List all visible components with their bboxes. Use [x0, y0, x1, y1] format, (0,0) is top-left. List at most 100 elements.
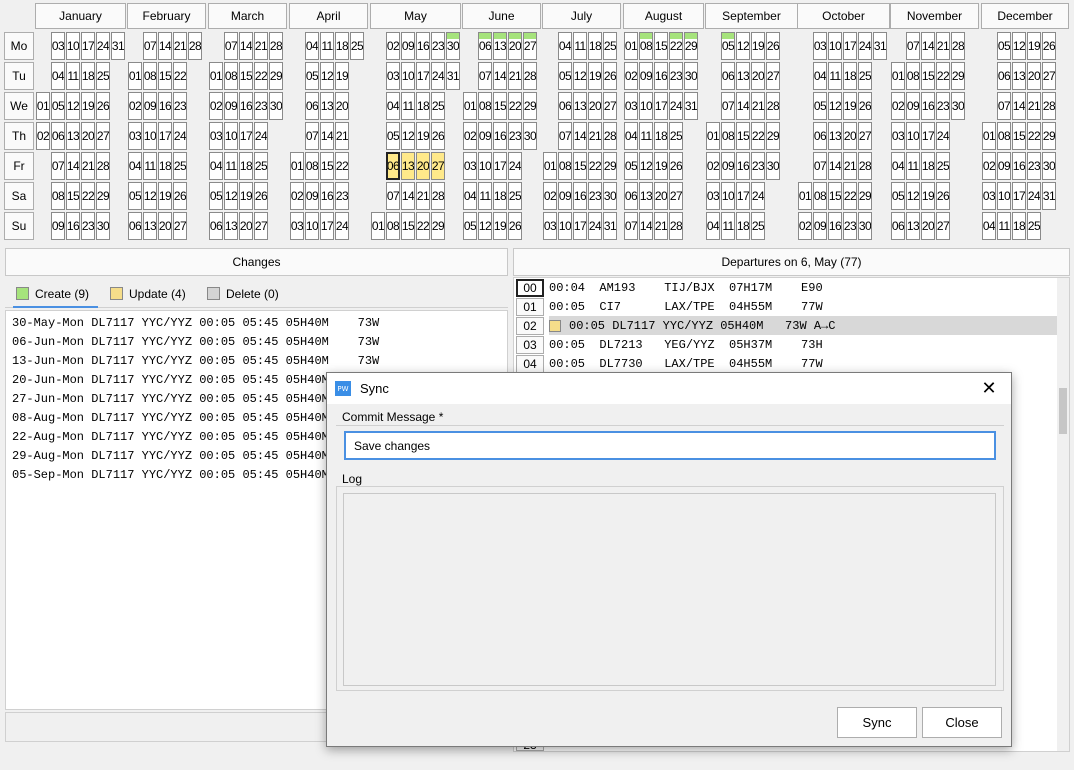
calendar-day[interactable]: 22: [81, 182, 95, 210]
month-header[interactable]: May: [370, 3, 461, 29]
calendar-day[interactable]: 14: [1012, 92, 1026, 120]
calendar-day[interactable]: 31: [111, 32, 125, 60]
calendar-day[interactable]: 28: [188, 32, 202, 60]
calendar-day[interactable]: 07: [143, 32, 157, 60]
calendar-day[interactable]: 23: [431, 32, 445, 60]
calendar-day[interactable]: 07: [997, 92, 1011, 120]
calendar-day[interactable]: 23: [588, 182, 602, 210]
calendar-day[interactable]: 01: [371, 212, 385, 240]
calendar-day[interactable]: 21: [588, 122, 602, 150]
calendar-day[interactable]: 16: [828, 212, 842, 240]
month-header[interactable]: June: [462, 3, 541, 29]
calendar-day[interactable]: 05: [305, 62, 319, 90]
calendar-day[interactable]: 18: [81, 62, 95, 90]
calendar-day[interactable]: 27: [254, 212, 268, 240]
calendar-day[interactable]: 04: [813, 62, 827, 90]
calendar-day[interactable]: 03: [891, 122, 905, 150]
calendar-day[interactable]: 05: [386, 122, 400, 150]
calendar-day[interactable]: 11: [721, 212, 735, 240]
calendar-day[interactable]: 17: [921, 122, 935, 150]
calendar-day[interactable]: 26: [669, 152, 683, 180]
calendar-day[interactable]: 06: [997, 62, 1011, 90]
calendar-day[interactable]: 19: [588, 62, 602, 90]
calendar-day[interactable]: 17: [158, 122, 172, 150]
calendar-day[interactable]: 05: [624, 152, 638, 180]
calendar-day[interactable]: 03: [463, 152, 477, 180]
calendar-day[interactable]: 28: [858, 152, 872, 180]
calendar-day[interactable]: 03: [543, 212, 557, 240]
calendar-day[interactable]: 06: [624, 182, 638, 210]
calendar-day[interactable]: 07: [558, 122, 572, 150]
calendar-day[interactable]: 06: [51, 122, 65, 150]
calendar-day[interactable]: 19: [239, 182, 253, 210]
calendar-day[interactable]: 22: [416, 212, 430, 240]
calendar-day[interactable]: 14: [493, 62, 507, 90]
calendar-day[interactable]: 01: [36, 92, 50, 120]
calendar-day[interactable]: 05: [51, 92, 65, 120]
calendar-day[interactable]: 02: [798, 212, 812, 240]
calendar-day[interactable]: 02: [290, 182, 304, 210]
calendar-day[interactable]: 17: [320, 212, 334, 240]
calendar-day[interactable]: 09: [401, 32, 415, 60]
calendar-day[interactable]: 25: [254, 152, 268, 180]
calendar-day[interactable]: 17: [736, 182, 750, 210]
calendar-day[interactable]: 27: [858, 122, 872, 150]
change-row[interactable]: 06-Jun-Mon DL7117 YYC/YYZ 00:05 05:45 05…: [12, 332, 379, 351]
calendar-day[interactable]: 27: [603, 92, 617, 120]
calendar-day[interactable]: 15: [573, 152, 587, 180]
calendar-day[interactable]: 08: [478, 92, 492, 120]
calendar-day[interactable]: 28: [1042, 92, 1056, 120]
calendar-day[interactable]: 28: [603, 122, 617, 150]
calendar-day[interactable]: 15: [1012, 122, 1026, 150]
calendar-day[interactable]: 28: [96, 152, 110, 180]
calendar-day[interactable]: 08: [224, 62, 238, 90]
calendar-day[interactable]: 08: [386, 212, 400, 240]
calendar-day[interactable]: 13: [1012, 62, 1026, 90]
calendar-day[interactable]: 24: [173, 122, 187, 150]
calendar-day[interactable]: 10: [305, 212, 319, 240]
calendar-day[interactable]: 27: [1042, 62, 1056, 90]
calendar-day[interactable]: 03: [813, 32, 827, 60]
calendar-day[interactable]: 21: [335, 122, 349, 150]
calendar-day[interactable]: 30: [1042, 152, 1056, 180]
calendar-day[interactable]: 29: [603, 152, 617, 180]
calendar-day[interactable]: 18: [1012, 212, 1026, 240]
calendar-day[interactable]: 16: [416, 32, 430, 60]
calendar-day[interactable]: 26: [431, 122, 445, 150]
calendar-day[interactable]: 12: [736, 32, 750, 60]
change-row[interactable]: 27-Jun-Mon DL7117 YYC/YYZ 00:05 05:45 05…: [12, 389, 329, 408]
calendar-day[interactable]: 14: [828, 152, 842, 180]
calendar-day[interactable]: 11: [639, 122, 653, 150]
calendar-day[interactable]: 25: [936, 152, 950, 180]
calendar-day[interactable]: 25: [858, 62, 872, 90]
calendar-day[interactable]: 19: [493, 212, 507, 240]
calendar-day[interactable]: 08: [997, 122, 1011, 150]
calendar-day[interactable]: 27: [96, 122, 110, 150]
calendar-day[interactable]: 23: [751, 152, 765, 180]
calendar-day[interactable]: 11: [478, 182, 492, 210]
calendar-day[interactable]: 06: [128, 212, 142, 240]
month-header[interactable]: April: [289, 3, 368, 29]
calendar-day[interactable]: 25: [1027, 212, 1041, 240]
calendar-day[interactable]: 16: [158, 92, 172, 120]
calendar-day[interactable]: 27: [431, 152, 445, 180]
calendar-day[interactable]: 03: [128, 122, 142, 150]
calendar-day[interactable]: 22: [843, 182, 857, 210]
calendar-day[interactable]: 26: [858, 92, 872, 120]
calendar-day[interactable]: 25: [603, 32, 617, 60]
calendar-day[interactable]: 12: [828, 92, 842, 120]
calendar-day[interactable]: 26: [1042, 32, 1056, 60]
calendar-day[interactable]: 25: [96, 62, 110, 90]
calendar-day[interactable]: 11: [997, 212, 1011, 240]
calendar-day[interactable]: 01: [982, 122, 996, 150]
calendar-day[interactable]: 10: [224, 122, 238, 150]
calendar-day[interactable]: 09: [305, 182, 319, 210]
calendar-day[interactable]: 12: [66, 92, 80, 120]
commit-message-input[interactable]: [344, 431, 996, 460]
calendar-day[interactable]: 26: [936, 182, 950, 210]
calendar-day[interactable]: 11: [66, 62, 80, 90]
calendar-day[interactable]: 02: [209, 92, 223, 120]
calendar-day[interactable]: 18: [654, 122, 668, 150]
month-header[interactable]: October: [797, 3, 890, 29]
calendar-day[interactable]: 13: [828, 122, 842, 150]
